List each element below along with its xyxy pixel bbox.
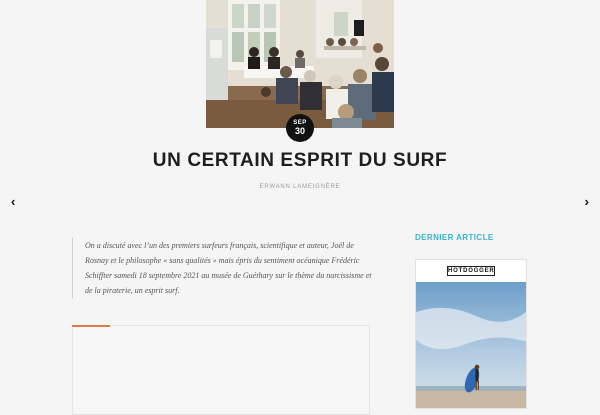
article-title: UN CERTAIN ESPRIT DU SURF: [152, 150, 448, 171]
conference-photo: [206, 0, 394, 128]
chevron-right-icon[interactable]: ›: [585, 194, 589, 209]
cover-photo: [416, 282, 526, 408]
date-badge: SEP 30: [286, 114, 314, 142]
article-content-box: [72, 325, 370, 415]
sidebar-heading: DERNIER ARTICLE: [415, 233, 494, 242]
date-day: 30: [294, 126, 305, 136]
article-intro: On a discuté avec l’un des premiers surf…: [72, 238, 372, 298]
hero-image: [206, 0, 394, 128]
chevron-left-icon[interactable]: ‹: [11, 194, 15, 209]
magazine-logo: HOTDOGGER: [447, 266, 495, 276]
article-author[interactable]: ERWANN LAMEIGNÈRE: [0, 184, 600, 190]
latest-article-cover[interactable]: HOTDOGGER: [415, 259, 527, 409]
accent-bar: [72, 325, 110, 327]
